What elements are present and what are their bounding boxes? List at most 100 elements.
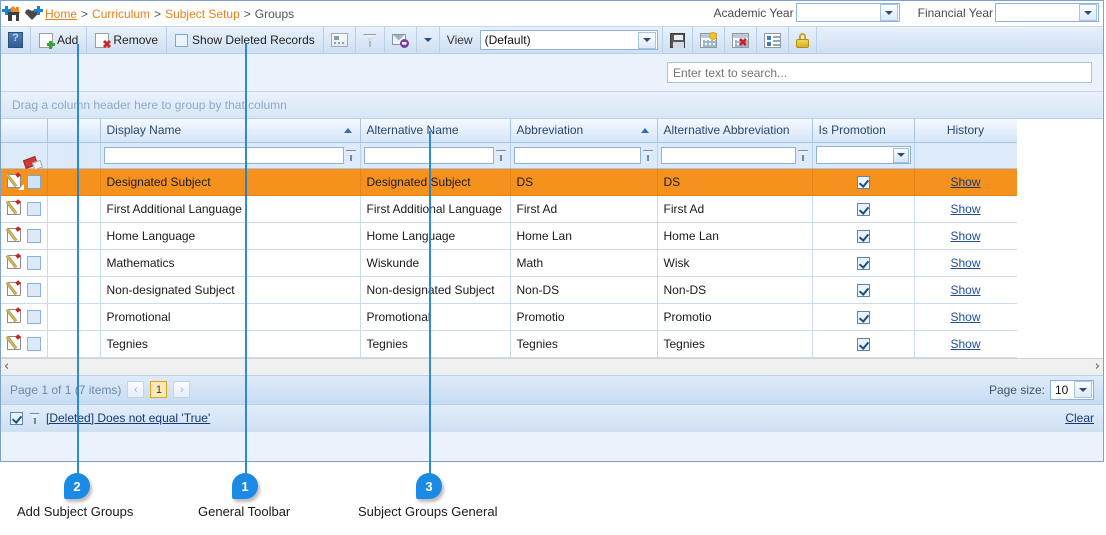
layout-button[interactable] [757,27,789,53]
select-row-checkbox[interactable] [26,174,41,189]
table-row[interactable]: Designated Subject Designated Subject DS DS… [1,168,1018,196]
edit-row-icon[interactable] [5,199,24,217]
column-header-alternative-abbreviation[interactable]: Alternative Abbreviation [657,119,813,143]
card-view-button[interactable] [324,27,356,53]
table-row[interactable]: Promotional Promotional Promotio Promotio Sh… [1,303,1018,331]
save-view-button[interactable] [693,27,725,53]
history-show-link[interactable]: Show [950,256,980,270]
funnel-icon[interactable] [345,149,357,162]
financial-year-select[interactable] [995,3,1099,22]
is-promotion-checkbox[interactable] [856,310,870,324]
table-row[interactable]: Home Language Home Language Home Lan Home L… [1,222,1018,250]
pager-next-button[interactable]: › [173,381,191,398]
filter-expression-text[interactable]: [Deleted] Does not equal 'True' [46,411,210,425]
row-spacer-cell [47,276,101,304]
chevron-down-icon[interactable] [1074,381,1092,398]
page-size-select[interactable]: 10 [1050,379,1094,400]
select-row-checkbox[interactable] [26,309,41,324]
edit-row-icon[interactable] [5,334,24,352]
cell-display-name: Tegnies [100,330,361,358]
table-row[interactable]: Mathematics Wiskunde Math Wisk Show [1,249,1018,277]
horizontal-scrollbar[interactable]: ‹ › [1,357,1103,375]
breadcrumb-item-subject-setup[interactable]: Subject Setup [165,7,240,21]
pager-prev-button[interactable]: ‹ [127,381,145,398]
column-header-is-promotion[interactable]: Is Promotion [812,119,915,143]
column-header-alternative-name[interactable]: Alternative Name [360,119,511,143]
edit-row-icon[interactable] [5,253,24,271]
cell-alternative-name: Home Language [360,222,511,250]
column-header-history[interactable]: History [914,119,1018,143]
edit-row-icon[interactable] [5,226,24,244]
clear-filter-link[interactable]: Clear [1065,411,1094,425]
grid-filter-row [1,142,1018,171]
column-header-display-name[interactable]: Display Name [100,119,361,143]
row-actions-cell [1,276,48,304]
export-dropdown-button[interactable] [417,27,440,53]
funnel-icon[interactable] [797,149,809,162]
breadcrumb-item-curriculum[interactable]: Curriculum [92,7,150,21]
table-row[interactable]: First Additional Language First Additiona… [1,195,1018,223]
remove-button[interactable]: ✖ Remove [87,27,168,53]
search-input[interactable] [667,62,1092,83]
lock-icon [795,32,809,48]
house-icon[interactable] [2,6,22,21]
history-show-link[interactable]: Show [950,337,980,351]
is-promotion-checkbox[interactable] [856,337,870,351]
chevron-down-icon[interactable] [879,4,898,21]
chevron-down-icon[interactable] [1079,4,1097,21]
filter-input-alternative-abbreviation[interactable] [660,146,796,164]
select-row-checkbox[interactable] [26,336,41,351]
select-row-checkbox[interactable] [26,255,41,270]
filter-input-display-name[interactable] [103,146,344,164]
cell-abbreviation: Tegnies [510,330,658,358]
lock-button[interactable] [789,27,817,53]
scroll-right-arrow-icon[interactable]: › [1095,360,1100,373]
scroll-left-arrow-icon[interactable]: ‹ [4,360,9,373]
history-show-link[interactable]: Show [950,175,980,189]
column-header-abbreviation[interactable]: Abbreviation [510,119,658,143]
filter-input-abbreviation[interactable] [513,146,641,164]
pager-page-1[interactable]: 1 [150,381,168,398]
is-promotion-checkbox[interactable] [856,229,870,243]
filter-button[interactable] [356,27,385,53]
edit-row-icon[interactable] [5,172,24,190]
cell-alternative-name: Designated Subject [360,168,511,196]
history-show-link[interactable]: Show [950,283,980,297]
table-row[interactable]: Tegnies Tegnies Tegnies Tegnies Show [1,330,1018,358]
is-promotion-checkbox[interactable] [856,256,870,270]
breadcrumb-separator: > [154,6,162,21]
academic-year-select[interactable] [795,3,900,22]
chevron-down-icon[interactable] [637,31,656,49]
clear-filter-button[interactable] [1,142,48,171]
breadcrumb-item-home[interactable]: Home [45,7,77,21]
filter-cell-alternative-abbreviation [657,142,813,169]
cell-abbreviation: DS [510,168,658,196]
chevron-down-icon[interactable] [892,147,909,163]
row-actions-cell [1,330,48,358]
export-mail-button[interactable] [385,27,417,53]
select-row-checkbox[interactable] [26,201,41,216]
filter-select-is-promotion[interactable] [815,146,911,164]
funnel-icon[interactable] [495,149,507,162]
save-button[interactable] [663,27,693,53]
help-button[interactable] [1,27,31,53]
table-row[interactable]: Non-designated Subject Non-designated Sub… [1,276,1018,304]
filter-enabled-checkbox[interactable] [10,411,23,425]
heart-icon[interactable] [24,6,43,21]
history-show-link[interactable]: Show [950,229,980,243]
is-promotion-checkbox[interactable] [856,202,870,216]
toolbar-filler [817,27,1103,53]
is-promotion-checkbox[interactable] [856,283,870,297]
history-show-link[interactable]: Show [950,202,980,216]
cell-alternative-abbreviation: Tegnies [657,330,813,358]
view-select[interactable]: (Default) [479,30,658,50]
group-by-panel[interactable]: Drag a column header here to group by th… [1,92,1103,119]
is-promotion-checkbox[interactable] [856,175,870,189]
edit-row-icon[interactable] [5,280,24,298]
select-row-checkbox[interactable] [26,282,41,297]
delete-view-button[interactable]: ✖ [725,27,757,53]
select-row-checkbox[interactable] [26,228,41,243]
history-show-link[interactable]: Show [950,310,980,324]
edit-row-icon[interactable] [5,307,24,325]
funnel-icon[interactable] [642,149,654,162]
